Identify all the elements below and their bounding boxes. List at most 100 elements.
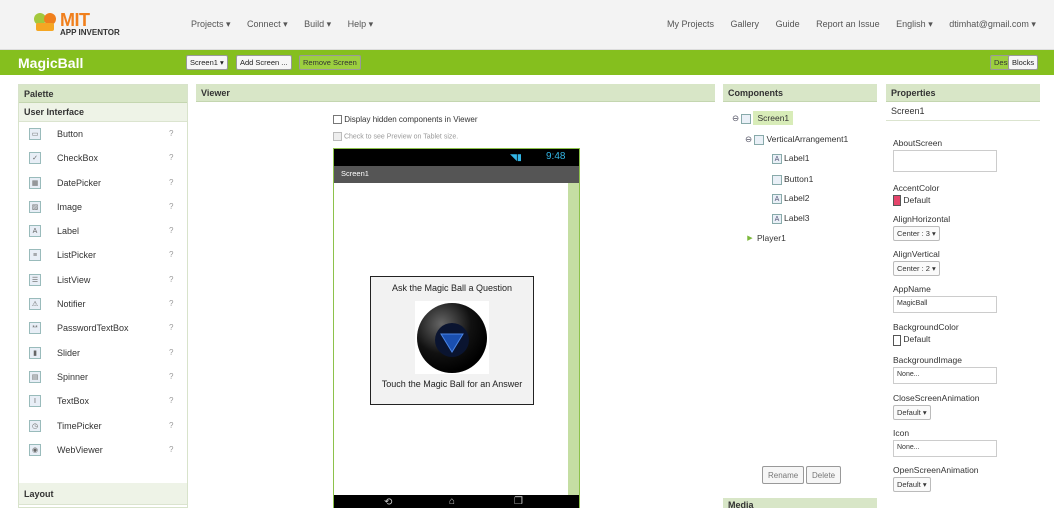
alignhorizontal-select[interactable]: Center : 3 ▾ [893,226,940,242]
palette-item-textbox[interactable]: I TextBox? [19,389,187,413]
notifier-icon: ⚠ [29,298,41,311]
label2-text[interactable]: Touch the Magic Ball for an Answer [371,379,533,389]
prop-appname-label: AppName [893,284,931,295]
backgroundcolor-picker[interactable]: Default [893,334,1003,346]
tree-node-player1[interactable]: ▶ Player1 [745,233,786,244]
screen-select[interactable]: Screen1 ▾ [186,55,228,70]
backgroundimage-picker[interactable]: None... [893,366,997,384]
help-icon[interactable]: ? [169,414,173,438]
hidden-components-checkbox[interactable] [333,115,342,125]
palette-item-listview[interactable]: ☰ ListView? [19,268,187,292]
tree-node-label1[interactable]: A Label1 [772,153,810,164]
palette-item-webviewer[interactable]: ◉ WebViewer? [19,438,187,462]
collapse-toggle-icon[interactable]: ⊖ [732,113,741,123]
palette-item-label: PasswordTextBox [57,323,129,334]
appname-input[interactable]: MagicBall [893,296,997,314]
help-icon[interactable]: ? [169,341,173,365]
prop-backgroundimage-label: BackgroundImage [893,354,962,365]
tablet-preview-option[interactable]: Check to see Preview on Tablet size. [333,132,458,141]
openanimation-select[interactable]: Default ▾ [893,476,931,492]
palette-item-checkbox[interactable]: ✓ CheckBox? [19,146,187,170]
help-icon[interactable]: ? [169,389,173,413]
help-icon[interactable]: ? [169,316,173,340]
language-menu[interactable]: English ▾ [896,19,933,29]
help-icon[interactable]: ? [169,292,173,316]
scroll-indicator [568,183,579,495]
palette-item-label: Spinner [57,371,89,382]
help-icon[interactable]: ? [169,146,173,170]
link-guide[interactable]: Guide [776,19,800,29]
link-gallery[interactable]: Gallery [731,19,760,29]
link-my-projects[interactable]: My Projects [667,19,714,29]
palette-item-label[interactable]: A Label? [19,219,187,243]
palette-item-image[interactable]: ▨ Image? [19,195,187,219]
palette-title: Palette [19,85,187,103]
app-inventor-logo[interactable]: MIT APP INVENTOR [30,8,140,42]
tree-node-label3[interactable]: A Label3 [772,213,810,224]
palette-section-user-interface[interactable]: User Interface [19,103,187,122]
properties-component-name: Screen1 [886,102,1040,121]
menu-connect[interactable]: Connect ▾ [247,19,288,29]
palette-item-label: WebViewer [57,444,103,455]
alignvertical-select[interactable]: Center : 2 ▾ [893,261,940,277]
help-icon[interactable]: ? [169,365,173,389]
image-icon: ▨ [29,200,41,213]
help-icon[interactable]: ? [169,171,173,195]
tree-node-verticalarrangement1[interactable]: ⊖ VerticalArrangement1 [745,134,848,145]
clock-text: 9:48 [546,151,566,162]
aboutscreen-textarea[interactable] [893,150,997,172]
palette-item-notifier[interactable]: ⚠ Notifier? [19,292,187,316]
add-screen-button[interactable]: Add Screen ... [236,55,292,70]
tree-node-button1[interactable]: Button1 [772,174,813,185]
palette-item-label: DatePicker [57,177,102,188]
menu-help[interactable]: Help ▾ [348,19,374,29]
palette-item-spinner[interactable]: ▤ Spinner? [19,365,187,389]
main-menu: Projects ▾ Connect ▾ Build ▾ Help ▾ [191,19,387,30]
label1-text[interactable]: Ask the Magic Ball a Question [371,283,533,293]
palette-item-slider[interactable]: ▮ Slider? [19,341,187,365]
vertical-arrangement[interactable]: Ask the Magic Ball a Question Touch the … [370,276,534,405]
palette-item-button[interactable]: ▭ Button? [19,122,187,146]
account-menu[interactable]: dtimhat@gmail.com ▾ [949,19,1036,29]
palette-item-datepicker[interactable]: ▦ DatePicker? [19,171,187,195]
palette-list: ▭ Button? ✓ CheckBox? ▦ DatePicker? ▨ Image? A La… [19,122,187,462]
tree-node-screen1[interactable]: ⊖ Screen1 [732,111,794,125]
tree-node-label: Label3 [784,213,810,223]
hidden-components-option[interactable]: Display hidden components in Viewer [333,115,478,125]
tree-node-label2[interactable]: A Label2 [772,193,810,204]
blocks-button[interactable]: Blocks [1008,55,1039,70]
palette-item-passwordtextbox[interactable]: ** PasswordTextBox? [19,316,187,340]
tablet-preview-checkbox[interactable] [333,132,342,141]
palette-item-listpicker[interactable]: ≡ ListPicker? [19,243,187,267]
menu-projects[interactable]: Projects ▾ [191,19,231,29]
menu-build[interactable]: Build ▾ [304,19,331,29]
spinner-icon: ▤ [29,370,41,383]
help-icon[interactable]: ? [169,195,173,219]
component-icon: A [772,193,782,204]
magic-ball-button[interactable] [415,301,489,374]
help-icon[interactable]: ? [169,268,173,292]
closeanimation-select[interactable]: Default ▾ [893,404,931,420]
delete-button[interactable]: Delete [806,466,842,484]
prop-aboutscreen-label: AboutScreen [893,138,943,148]
prop-closeanimation-label: CloseScreenAnimation [893,392,980,403]
help-icon[interactable]: ? [169,122,173,146]
help-icon[interactable]: ? [169,219,173,243]
help-icon[interactable]: ? [169,438,173,462]
palette-item-label: Image [57,201,83,212]
accentcolor-picker[interactable]: Default [893,195,1003,207]
component-icon [741,113,752,124]
palette-section-layout[interactable]: Layout [19,483,187,505]
player-icon: ▶ [747,234,753,242]
palette-item-label: Label [57,226,80,237]
collapse-toggle-icon[interactable]: ⊖ [745,134,754,144]
rename-button[interactable]: Rename [762,466,805,484]
palette-item-timepicker[interactable]: ◷ TimePicker? [19,414,187,438]
prop-alignvertical-label: AlignVertical [893,249,940,260]
icon-picker[interactable]: None... [893,439,997,457]
link-report-issue[interactable]: Report an Issue [816,19,880,29]
hidden-components-label: Display hidden components in Viewer [344,115,478,124]
help-icon[interactable]: ? [169,243,173,267]
viewer-title: Viewer [196,84,715,102]
remove-screen-button[interactable]: Remove Screen [299,55,361,70]
